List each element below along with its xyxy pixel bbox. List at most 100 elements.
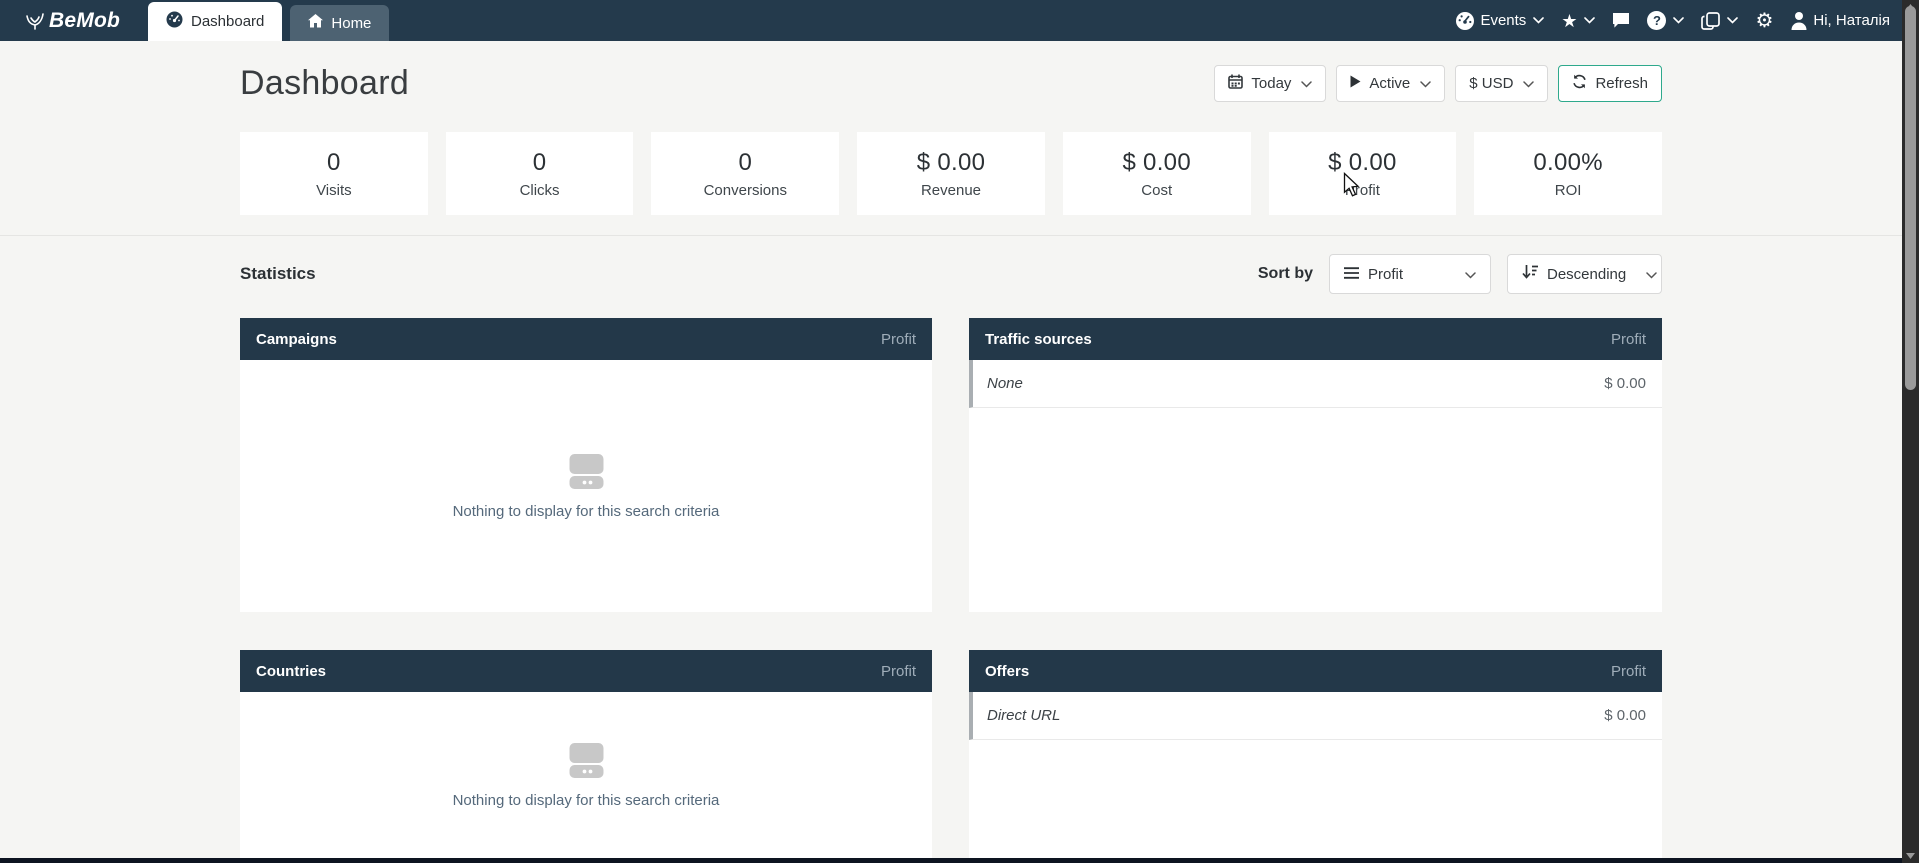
stat-card-visits: 0 Visits — [240, 132, 428, 215]
panel-offers: Offers Profit Direct URL $ 0.00 — [969, 650, 1662, 858]
page-header: Dashboard Today Active — [240, 61, 1662, 105]
panel-metric-label: Profit — [881, 663, 916, 680]
bemob-logo-icon — [25, 12, 45, 30]
stat-card-conversions: 0 Conversions — [651, 132, 839, 215]
panel-metric-label: Profit — [1611, 663, 1646, 680]
panel-title: Traffic sources — [985, 331, 1092, 348]
section-divider — [0, 235, 1902, 236]
stat-label: Clicks — [520, 182, 560, 199]
star-icon: ★ — [1561, 12, 1577, 30]
date-range-label: Today — [1251, 75, 1291, 92]
bemob-logo-text: BeMob — [49, 9, 120, 33]
stat-value: 0 — [738, 149, 752, 177]
empty-data-icon — [568, 742, 605, 779]
vertical-scrollbar[interactable] — [1902, 0, 1919, 863]
empty-state: Nothing to display for this search crite… — [240, 360, 932, 612]
empty-state-text: Nothing to display for this search crite… — [453, 503, 720, 520]
events-menu[interactable]: Events — [1455, 11, 1544, 31]
chevron-down-icon — [1533, 17, 1544, 24]
panel-header: Offers Profit — [969, 650, 1662, 692]
refresh-button[interactable]: Refresh — [1558, 65, 1662, 102]
feedback-button[interactable] — [1612, 12, 1630, 29]
stat-label: ROI — [1555, 182, 1582, 199]
table-row[interactable]: Direct URL $ 0.00 — [969, 692, 1662, 740]
toolbar: Today Active $ USD — [1214, 65, 1662, 102]
chevron-down-icon — [1523, 75, 1534, 92]
stat-card-profit: $ 0.00 Profit — [1269, 132, 1457, 215]
user-greeting: Hi, Наталія — [1813, 12, 1890, 29]
top-navbar: BeMob Dashboard Home Events ★ — [0, 0, 1902, 41]
status-filter-button[interactable]: Active — [1336, 65, 1445, 102]
panel-header: Countries Profit — [240, 650, 932, 692]
refresh-label: Refresh — [1595, 75, 1648, 92]
workspaces-menu[interactable] — [1701, 12, 1738, 30]
statistics-title: Statistics — [240, 264, 316, 284]
currency-button[interactable]: $ USD — [1455, 65, 1548, 102]
chevron-down-icon — [1727, 17, 1738, 24]
stat-label: Visits — [316, 182, 352, 199]
tab-home[interactable]: Home — [290, 5, 389, 41]
tab-home-label: Home — [331, 15, 371, 32]
settings-button[interactable]: ⚙ — [1755, 11, 1773, 31]
row-name: None — [987, 375, 1023, 392]
question-icon: ? — [1647, 11, 1666, 30]
favorites-menu[interactable]: ★ — [1561, 12, 1595, 30]
panel-body: Direct URL $ 0.00 — [969, 692, 1662, 858]
row-name: Direct URL — [987, 707, 1060, 724]
list-icon — [1344, 266, 1359, 283]
empty-state: Nothing to display for this search crite… — [240, 692, 932, 858]
chevron-down-icon — [1420, 75, 1431, 92]
panel-header: Campaigns Profit — [240, 318, 932, 360]
play-icon — [1350, 75, 1361, 92]
stat-label: Cost — [1141, 182, 1172, 199]
tab-dashboard-label: Dashboard — [191, 13, 264, 30]
stat-card-clicks: 0 Clicks — [446, 132, 634, 215]
sort-field-value: Profit — [1368, 266, 1403, 283]
home-icon — [308, 14, 323, 32]
gear-icon: ⚙ — [1755, 11, 1773, 31]
stat-card-roi: 0.00% ROI — [1474, 132, 1662, 215]
panel-metric-label: Profit — [881, 331, 916, 348]
events-label: Events — [1480, 12, 1526, 29]
panel-body: Nothing to display for this search crite… — [240, 692, 932, 858]
empty-data-icon — [568, 453, 605, 490]
bemob-logo[interactable]: BeMob — [25, 9, 120, 33]
navbar-right-cluster: Events ★ ? — [1455, 11, 1902, 31]
stat-card-revenue: $ 0.00 Revenue — [857, 132, 1045, 215]
refresh-icon — [1572, 74, 1587, 93]
events-gauge-icon — [1455, 11, 1475, 31]
row-value: $ 0.00 — [1604, 375, 1646, 392]
panel-metric-label: Profit — [1611, 331, 1646, 348]
page-content: Dashboard Today Active — [0, 41, 1902, 863]
tab-dashboard[interactable]: Dashboard — [148, 2, 282, 41]
stat-value: $ 0.00 — [1328, 149, 1397, 177]
chevron-down-icon — [1646, 266, 1657, 283]
scroll-down-arrow[interactable] — [1902, 849, 1919, 863]
panel-body: Nothing to display for this search crite… — [240, 360, 932, 612]
user-menu[interactable]: Hi, Наталія — [1790, 11, 1890, 30]
panel-title: Campaigns — [256, 331, 337, 348]
sort-order-dropdown[interactable]: Descending — [1507, 254, 1662, 294]
bottom-edge-strip — [0, 858, 1902, 863]
statistics-bar: Statistics Sort by Profit — [240, 254, 1662, 294]
help-menu[interactable]: ? — [1647, 11, 1684, 30]
scrollbar-thumb[interactable] — [1905, 6, 1916, 390]
stat-label: Conversions — [704, 182, 787, 199]
date-range-button[interactable]: Today — [1214, 65, 1326, 102]
panel-body: None $ 0.00 — [969, 360, 1662, 612]
panel-campaigns: Campaigns Profit Nothing to display for … — [240, 318, 932, 612]
gauge-icon — [166, 11, 183, 32]
chevron-down-icon — [1465, 266, 1476, 283]
table-row[interactable]: None $ 0.00 — [969, 360, 1662, 408]
copy-icon — [1701, 12, 1720, 30]
empty-state-text: Nothing to display for this search crite… — [453, 792, 720, 809]
stat-label: Profit — [1345, 182, 1380, 199]
stat-value: $ 0.00 — [917, 149, 986, 177]
stat-card-cost: $ 0.00 Cost — [1063, 132, 1251, 215]
calendar-icon — [1228, 74, 1243, 93]
stat-value: 0.00% — [1533, 149, 1603, 177]
sort-field-dropdown[interactable]: Profit — [1329, 254, 1491, 294]
stat-value: 0 — [327, 149, 341, 177]
panel-header: Traffic sources Profit — [969, 318, 1662, 360]
sort-by-label: Sort by — [1258, 265, 1313, 283]
